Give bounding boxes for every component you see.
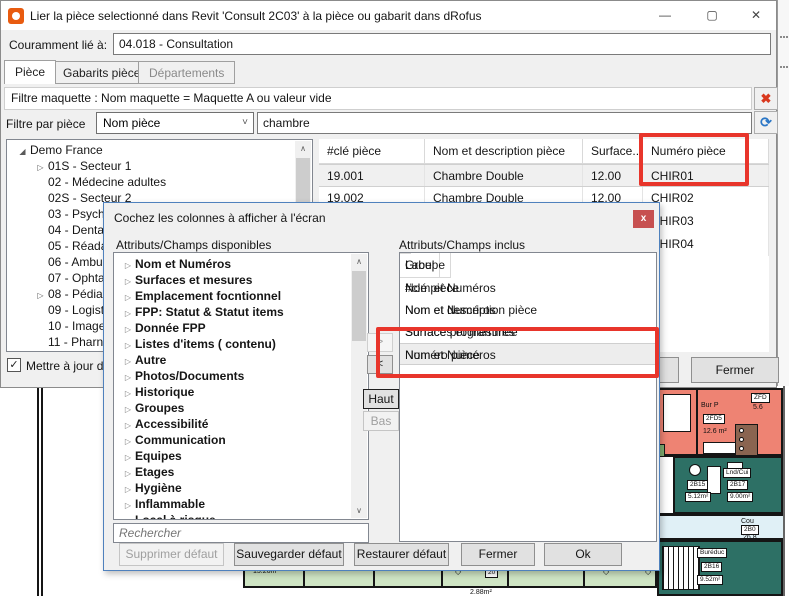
- view-edge: [783, 386, 785, 596]
- list-item[interactable]: ▷FPP: Statut & Statut items: [114, 304, 368, 320]
- search-input[interactable]: [113, 523, 369, 543]
- ok-button[interactable]: Ok: [544, 543, 622, 566]
- room-name-label: Lnd/Cui: [723, 468, 751, 478]
- list-item[interactable]: ▷Communication: [114, 432, 368, 448]
- floorplan-salmon-rooms: Bur P 2FD5 12.6 m² ZFD 5.6: [657, 388, 783, 456]
- tree-item[interactable]: ◢Demo France: [7, 142, 312, 158]
- columns-chooser-dialog: Cochez les colonnes à afficher à l'écran…: [103, 202, 660, 571]
- sauvegarder-defaut-button[interactable]: Sauvegarder défaut: [234, 543, 344, 566]
- tree-item[interactable]: 02 - Médecine adultes: [7, 174, 312, 190]
- tree-expanded-icon[interactable]: ◢: [15, 144, 30, 160]
- list-item[interactable]: ▷Listes d'items ( contenu): [114, 336, 368, 352]
- list-item[interactable]: ▷Etages: [114, 464, 368, 480]
- list-item[interactable]: ▷Donnée FPP: [114, 320, 368, 336]
- search-box: [113, 523, 369, 543]
- dialog-title: Cochez les colonnes à afficher à l'écran: [114, 211, 326, 225]
- floorplan-teal-rooms-upper: Lnd/Cui 2B17 9.00m² 2B15 5.12m²: [673, 456, 783, 514]
- floorplan-teal-rooms-lower: Buréduc 2B16 9.52m²: [657, 540, 783, 596]
- window-title: Lier la pièce selectionné dans Revit 'Co…: [30, 9, 482, 23]
- checkmark-icon: ✓: [9, 359, 18, 371]
- room-area-label: 9.00m²: [727, 492, 753, 502]
- clear-filter-button[interactable]: ✖: [754, 87, 778, 110]
- room-tag: 2B16: [701, 562, 722, 572]
- room-area-label: 5.6: [753, 404, 763, 412]
- scroll-down-icon[interactable]: ∨: [351, 503, 367, 518]
- room-tag: ZFD: [751, 393, 770, 403]
- list-item[interactable]: ◇▷Nom et Numéros: [114, 256, 368, 272]
- filter-field-dropdown[interactable]: Nom pièce ˅: [96, 112, 254, 134]
- tab-departements[interactable]: Départements: [138, 61, 235, 84]
- scroll-up-icon[interactable]: ∧: [295, 141, 311, 156]
- room-area-label: 12.6 m²: [703, 428, 727, 436]
- scrollbar-thumb[interactable]: [352, 271, 366, 341]
- list-item[interactable]: ▷Emplacement focntionnel: [114, 288, 368, 304]
- list-item[interactable]: ▷Inflammable: [114, 496, 368, 512]
- screen: 15.26m² 20 ◇ ◇ ◇ 2.88m² Bur P 2FD5 12.6 …: [0, 0, 789, 596]
- dialog-close-button[interactable]: x: [633, 210, 654, 228]
- room-name-label: Buréduc: [697, 548, 727, 558]
- included-fields-label: Attributs/Champs inclus: [399, 238, 525, 252]
- chevron-down-icon: ˅: [242, 113, 248, 133]
- floorplan-corridor: Cou 2B0 26.8: [657, 514, 783, 540]
- scroll-up-icon[interactable]: ∧: [351, 254, 367, 269]
- move-up-button[interactable]: Haut: [363, 389, 399, 409]
- room-tag: 2FD5: [703, 414, 725, 424]
- clear-filter-icon: ✖: [761, 91, 772, 106]
- update-checkbox-label: Mettre à jour d: [26, 359, 103, 373]
- list-item[interactable]: ▷Groupes: [114, 400, 368, 416]
- tab-gabarits-piece[interactable]: Gabarits pièce: [52, 61, 151, 84]
- fermer-dialog-button[interactable]: Fermer: [461, 543, 535, 566]
- filter-by-room-label: Filtre par pièce: [6, 117, 85, 131]
- move-down-button[interactable]: Bas: [363, 411, 399, 431]
- list-item[interactable]: ▷Autre: [114, 352, 368, 368]
- available-fields-label: Attributs/Champs disponibles: [116, 238, 271, 252]
- room-tag: 2B17: [727, 480, 748, 490]
- annotation-numero-piece-row: [376, 327, 659, 378]
- room-tag: 2B15: [687, 480, 708, 490]
- list-item[interactable]: ▷Surfaces et mesures: [114, 272, 368, 288]
- restaurer-defaut-button[interactable]: Restaurer défaut: [354, 543, 449, 566]
- minimize-button[interactable]: —: [646, 1, 684, 30]
- drofus-app-icon: [8, 8, 24, 24]
- col-header-groupe[interactable]: Groupe: [400, 253, 451, 278]
- room-area-label: 2.88m²: [470, 589, 492, 596]
- currently-linked-label: Couramment lié à:: [9, 38, 107, 52]
- col-header-surface[interactable]: Surface...: [583, 139, 643, 163]
- included-table-header: Label Groupe: [400, 253, 656, 277]
- tree-item[interactable]: ▷01S - Secteur 1: [7, 158, 312, 174]
- room-filter-input[interactable]: [257, 112, 752, 134]
- list-item[interactable]: ▷Historique: [114, 384, 368, 400]
- table-row[interactable]: #clé pièce Nom et Numéros: [400, 277, 656, 299]
- list-scrollbar[interactable]: ∧ ∨: [351, 254, 367, 518]
- dropdown-value: Nom pièce: [103, 116, 160, 130]
- list-item[interactable]: ▷Hygiène: [114, 480, 368, 496]
- available-fields-list: ◇▷Nom et Numéros ▷Surfaces et mesures ▷E…: [113, 252, 369, 520]
- annotation-numero-piece-column: [639, 133, 749, 186]
- list-item[interactable]: ▷Equipes: [114, 448, 368, 464]
- fermer-button[interactable]: Fermer: [691, 357, 779, 383]
- table-row[interactable]: Nom et description pièce Nom et Numéros: [400, 299, 656, 321]
- tab-piece[interactable]: Pièce: [4, 60, 56, 84]
- refresh-button[interactable]: ⟳: [754, 111, 778, 134]
- maximize-button[interactable]: ▢: [693, 1, 731, 30]
- stairs: [662, 546, 700, 590]
- model-filter-banner: Filtre maquette : Nom maquette = Maquett…: [4, 87, 752, 110]
- included-fields-table: Label Groupe #clé pièce Nom et Numéros N…: [399, 252, 657, 542]
- list-item[interactable]: ▷Photos/Documents: [114, 368, 368, 384]
- currently-linked-field[interactable]: [113, 33, 771, 55]
- room-area-label: 5.12m²: [685, 492, 711, 502]
- background-strip: [777, 0, 789, 386]
- floorplan-brown-room: [735, 424, 758, 456]
- update-checkbox[interactable]: ✓: [7, 358, 21, 372]
- refresh-icon: ⟳: [760, 114, 772, 130]
- room-name-label: Bur P: [701, 402, 719, 410]
- col-header-cle-piece[interactable]: #clé pièce: [319, 139, 425, 163]
- col-header-nom-description[interactable]: Nom et description pièce: [425, 139, 583, 163]
- supprimer-defaut-button[interactable]: Supprimer défaut: [119, 543, 224, 566]
- wall-line: [37, 388, 43, 596]
- list-item[interactable]: ▷Accessibilité: [114, 416, 368, 432]
- list-item[interactable]: ▷Local à risque: [114, 512, 368, 520]
- room-area-label: 9.52m²: [697, 575, 723, 585]
- close-button[interactable]: ✕: [737, 1, 775, 30]
